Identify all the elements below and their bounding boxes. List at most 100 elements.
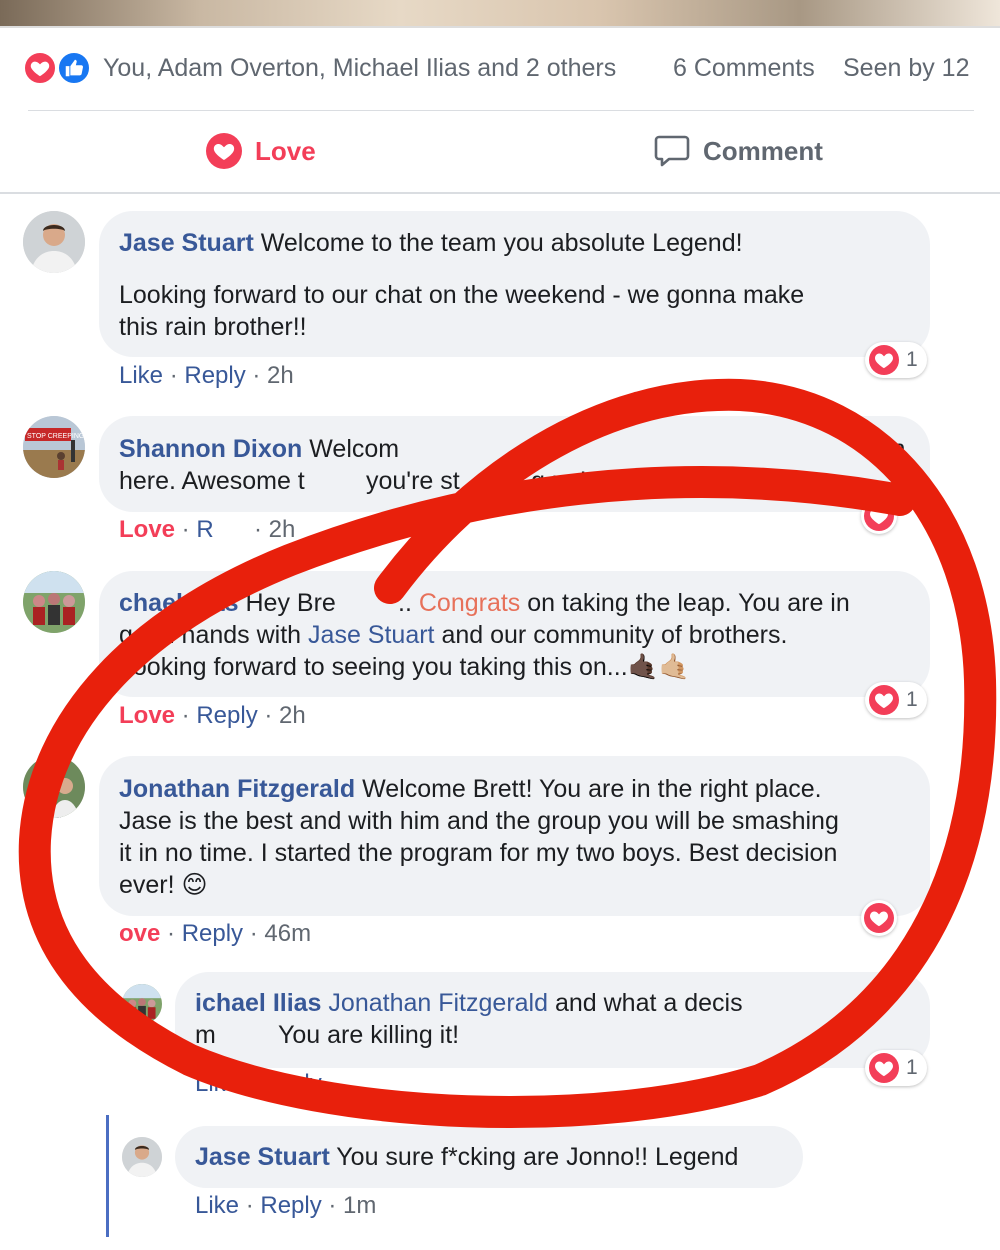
- comment-text: Hey Bre: [245, 589, 336, 617]
- like-icon: [56, 50, 92, 86]
- like-link[interactable]: Like: [195, 1192, 239, 1219]
- avatar[interactable]: [122, 1137, 162, 1177]
- timestamp[interactable]: · 2h: [254, 516, 295, 544]
- reaction-badge[interactable]: [861, 498, 897, 534]
- timestamp[interactable]: 2h: [279, 702, 306, 729]
- reply-link[interactable]: Reply: [260, 1070, 321, 1097]
- comment-text: Looking forward to seeing you taking thi…: [119, 653, 628, 681]
- reaction-badge[interactable]: 1: [865, 682, 927, 718]
- avatar[interactable]: STOP CREEPING: [23, 416, 85, 478]
- like-link[interactable]: Like: [119, 362, 163, 389]
- heart-icon: [864, 501, 894, 531]
- comment-text: m: [195, 1021, 216, 1049]
- comment-text: Welcome to the team you absolute Legend!: [260, 229, 743, 257]
- comment-text: and what a decis: [554, 989, 743, 1017]
- reaction-badge[interactable]: 1: [865, 1050, 927, 1086]
- comment-text: Looking forward to our chat on the weeke…: [119, 281, 805, 309]
- heart-icon: [205, 132, 243, 177]
- comment-actions: Like · Reply · 1m: [195, 1192, 377, 1219]
- comment-line: Jonathan Fitzgerald Welcome Brett! You a…: [119, 773, 822, 805]
- avatar[interactable]: [23, 571, 85, 633]
- shaka-emoji: 🤙🏿🤙🏼: [627, 653, 690, 681]
- reaction-badge[interactable]: [861, 900, 897, 936]
- heart-icon: [864, 903, 894, 933]
- heart-icon: [869, 685, 899, 715]
- comment-author[interactable]: Jonathan Fitzgerald: [119, 775, 355, 803]
- comment-author[interactable]: Jase Stuart: [119, 229, 254, 257]
- comment-text: Jase is the best and with him and the gr…: [119, 807, 839, 835]
- comment-line: good hands with Jase Stuart and our comm…: [119, 621, 788, 649]
- post-actions-bar: Love Comment: [0, 112, 1000, 192]
- comment-actions: Love · Reply · 2h: [119, 702, 306, 729]
- comment-author[interactable]: Shannon Dixon: [119, 435, 302, 463]
- reply-link[interactable]: Reply: [184, 362, 245, 389]
- comment-line: Looking forward to seeing you taking thi…: [119, 651, 690, 683]
- comment-text: ever!: [119, 871, 175, 899]
- heart-icon: [869, 345, 899, 375]
- love-link[interactable]: ove: [119, 920, 160, 947]
- comment-actions: Love · R: [119, 516, 214, 543]
- post-photo-bottom[interactable]: [0, 0, 1000, 26]
- reply-link[interactable]: Reply: [196, 702, 257, 729]
- avatar-sign-text: STOP CREEPING: [27, 433, 84, 440]
- heart-icon: [869, 1053, 899, 1083]
- photo-divider: [0, 26, 1000, 28]
- comment-text: you're st: [366, 467, 460, 495]
- comment-line: Jase Stuart You sure f*cking are Jonno!!…: [195, 1141, 738, 1173]
- comment-author[interactable]: ichael Ilias: [195, 989, 321, 1017]
- reaction-count: 1: [906, 688, 918, 711]
- comment-text: in: [886, 435, 906, 463]
- comment-line: Shannon Dixon Welcom: [119, 433, 399, 465]
- comment-text: here. Awesome t: [119, 467, 305, 495]
- reply-link[interactable]: R: [196, 516, 213, 543]
- reaction-names[interactable]: You, Adam Overton, Michael Ilias and 2 o…: [103, 54, 616, 83]
- comment-author[interactable]: chael Ilias: [119, 589, 239, 617]
- comment-actions: ove · Reply · 46m: [119, 920, 312, 947]
- comment-line: .. Congrats on taking the leap. You are …: [398, 589, 850, 617]
- reply-link[interactable]: Reply: [182, 920, 243, 947]
- avatar[interactable]: [23, 756, 85, 818]
- congrats-link[interactable]: Congrats: [419, 589, 520, 617]
- comment-label: Comment: [703, 136, 823, 166]
- mention-link[interactable]: Jase Stuart: [308, 621, 434, 649]
- mention-link[interactable]: Jonathan Fitzgerald: [328, 989, 548, 1017]
- comments-count[interactable]: 6 Comments: [673, 54, 815, 83]
- comment-icon: [653, 132, 691, 177]
- seen-by[interactable]: Seen by 12: [843, 54, 970, 83]
- comment-line: chael Ilias Hey Bre: [119, 587, 336, 619]
- avatar[interactable]: [122, 984, 162, 1024]
- reply-link[interactable]: Reply: [260, 1192, 321, 1219]
- comment-text: You are killing it!: [278, 1021, 460, 1049]
- thread-indicator: [106, 1115, 109, 1237]
- reaction-icons[interactable]: [22, 48, 102, 88]
- comment-line: ever! 😊: [119, 869, 208, 901]
- comment-actions: Like · Reply · 2h: [119, 362, 294, 389]
- comment-text: and our community of brothers.: [441, 621, 788, 649]
- reaction-badge[interactable]: 1: [865, 342, 927, 378]
- comment-line: ichael Ilias Jonathan Fitzgerald and wha…: [195, 987, 743, 1019]
- love-label: Love: [255, 136, 316, 166]
- timestamp[interactable]: 46m: [264, 920, 311, 947]
- smile-emoji: 😊: [181, 871, 208, 899]
- comment-actions: Like · Reply: [195, 1070, 322, 1097]
- comment-text: You sure f*cking are Jonno!! Legend: [336, 1143, 739, 1171]
- comment-line: Jase Stuart Welcome to the team you abso…: [119, 227, 743, 259]
- comment-text: it in no time. I started the program for…: [119, 839, 838, 867]
- actions-divider: [0, 192, 1000, 194]
- heart-icon: [22, 50, 58, 86]
- like-link[interactable]: Like: [195, 1070, 239, 1097]
- comment-author[interactable]: Jase Stuart: [195, 1143, 330, 1171]
- summary-divider: [28, 110, 974, 111]
- timestamp[interactable]: 1m: [343, 1192, 376, 1219]
- love-link[interactable]: Love: [119, 516, 175, 543]
- comment-text: Welcome Brett! You are in the right plac…: [362, 775, 822, 803]
- timestamp[interactable]: 2h: [267, 362, 294, 389]
- comment-text: Welcom: [309, 435, 400, 463]
- love-link[interactable]: Love: [119, 702, 175, 729]
- reaction-count: 1: [906, 348, 918, 371]
- reaction-count: 1: [906, 1056, 918, 1079]
- comment-text: this rain brother!!: [119, 313, 307, 341]
- avatar[interactable]: [23, 211, 85, 273]
- comment-text: on taking the leap. You are in: [527, 589, 850, 617]
- reactions-summary: You, Adam Overton, Michael Ilias and 2 o…: [22, 48, 982, 90]
